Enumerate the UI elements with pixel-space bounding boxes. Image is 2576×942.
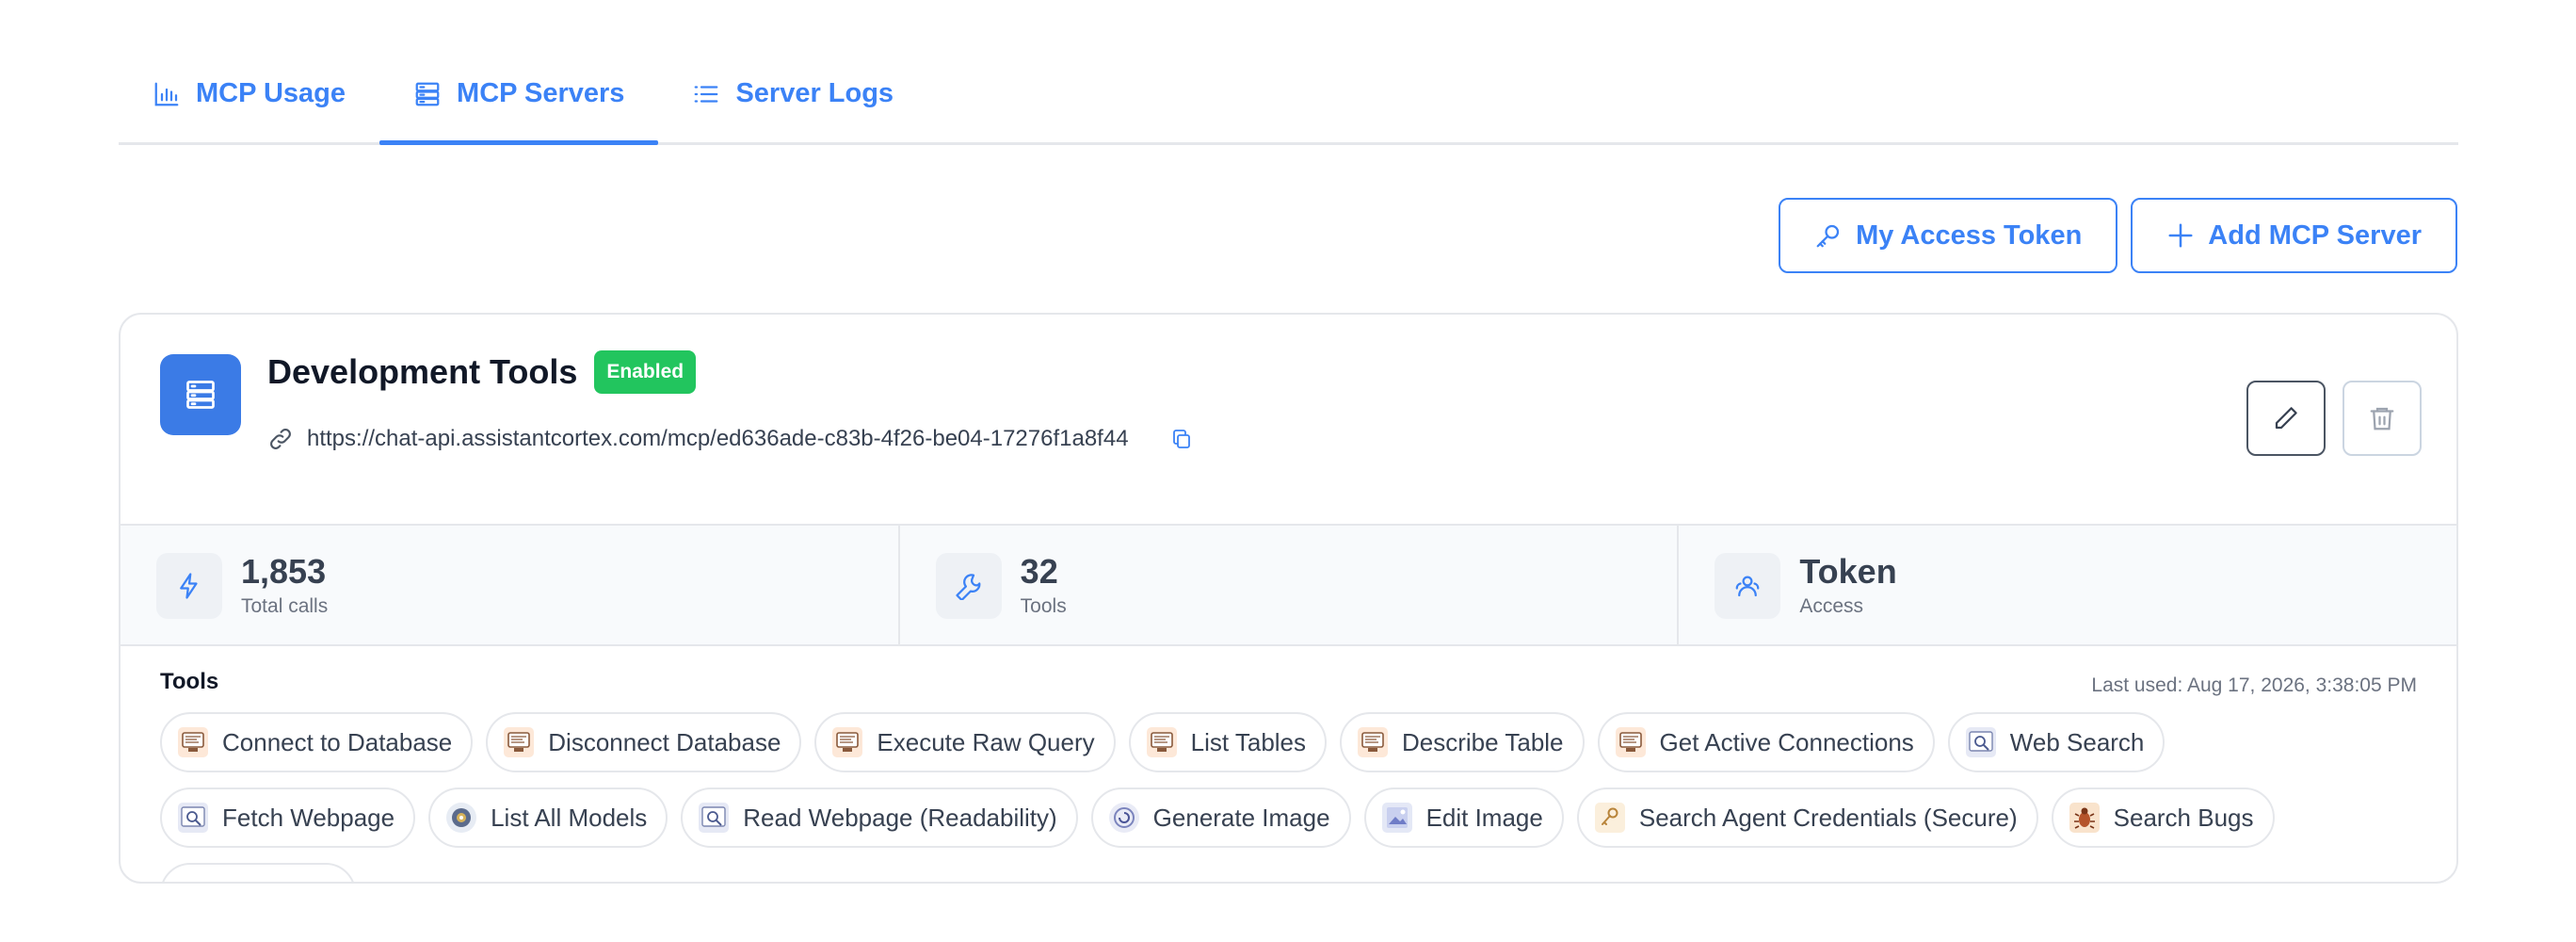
delete-server-button[interactable]: [2343, 381, 2422, 456]
tool-chip-label: Web Search: [2009, 727, 2145, 756]
server-card-header: Development Tools Enabled https://chat-a…: [121, 315, 2456, 524]
tool-chip-label: Describe Table: [1402, 727, 1564, 756]
tab-label: Server Logs: [735, 78, 894, 108]
more-tools-label: +18 more: [227, 879, 335, 883]
database-app-icon: [1613, 724, 1649, 760]
web-search-icon: [1963, 724, 1999, 760]
server-icon: [415, 82, 440, 106]
status-badge: Enabled: [594, 350, 697, 394]
tab-mcp-servers[interactable]: MCP Servers: [379, 45, 659, 145]
tool-chip[interactable]: Read Webpage (Readability): [681, 788, 1078, 848]
stat-label: Tools: [1020, 595, 1067, 617]
database-app-icon: [1144, 724, 1180, 760]
link-icon: [270, 429, 291, 449]
server-title-row: Development Tools Enabled: [267, 350, 697, 394]
tool-chip[interactable]: Search Agent Credentials (Secure): [1576, 788, 2038, 848]
tool-chip[interactable]: Web Search: [1947, 712, 2165, 772]
stat-value: Token: [1799, 552, 1897, 591]
edit-server-button[interactable]: [2246, 381, 2326, 456]
tool-chip-label: Generate Image: [1152, 803, 1330, 832]
stat-label: Access: [1799, 595, 1864, 617]
tool-chip-label: Get Active Connections: [1659, 727, 1914, 756]
stat-tools: 32 Tools: [900, 526, 1680, 644]
tool-chip[interactable]: Execute Raw Query: [814, 712, 1116, 772]
tools-section: Tools Last used: Aug 17, 2026, 3:38:05 P…: [121, 646, 2456, 883]
web-search-icon: [175, 800, 211, 836]
database-app-icon: [501, 724, 537, 760]
stats-row: 1,853 Total calls 32 Tools Token Access: [121, 524, 2456, 646]
generate-image-icon: [1106, 800, 1142, 836]
tool-chip-label: Edit Image: [1425, 803, 1543, 832]
wrench-icon: [956, 574, 981, 600]
tool-chip[interactable]: Search Bugs: [2051, 788, 2275, 848]
tool-chip[interactable]: List Tables: [1128, 712, 1328, 772]
stat-value: 32: [1020, 552, 1058, 591]
tab-label: MCP Usage: [196, 78, 346, 108]
server-icon: [186, 381, 215, 409]
tool-chip-label: List Tables: [1190, 727, 1307, 756]
users-icon: [1735, 576, 1760, 597]
tab-bar: MCP Usage MCP Servers Server Logs: [119, 45, 2458, 145]
database-app-icon: [175, 724, 211, 760]
stat-access: Token Access: [1679, 526, 2456, 644]
tool-chip-label: Search Bugs: [2113, 803, 2254, 832]
tool-chip[interactable]: Connect to Database: [160, 712, 474, 772]
tool-chips: Connect to Database Disconnect Database Ex…: [160, 712, 2420, 883]
server-avatar: [160, 354, 241, 435]
tool-chip-label: Connect to Database: [222, 727, 453, 756]
web-search-icon: [696, 800, 732, 836]
tool-chip-label: List All Models: [491, 803, 648, 832]
database-app-icon: [1355, 724, 1391, 760]
button-label: My Access Token: [1856, 219, 2083, 251]
tool-chip[interactable]: List All Models: [428, 788, 668, 848]
stat-label: Total calls: [241, 595, 329, 617]
stat-total-calls: 1,853 Total calls: [121, 526, 900, 644]
ellipsis-icon: •••: [181, 878, 214, 882]
list-icon: [695, 85, 718, 103]
tool-chip[interactable]: Describe Table: [1340, 712, 1585, 772]
server-url-row: https://chat-api.assistantcortex.com/mcp…: [267, 426, 1193, 452]
plus-icon: [2168, 223, 2193, 248]
tool-chip[interactable]: Edit Image: [1363, 788, 1564, 848]
tools-title: Tools: [160, 669, 219, 694]
models-icon: [443, 800, 479, 836]
server-url: https://chat-api.assistantcortex.com/mcp…: [307, 426, 1129, 451]
my-access-token-button[interactable]: My Access Token: [1779, 198, 2118, 273]
pencil-icon: [2275, 407, 2297, 430]
tool-chip-label: Fetch Webpage: [222, 803, 395, 832]
key-icon: [1592, 800, 1628, 836]
copy-icon[interactable]: [1170, 428, 1193, 450]
tool-chip[interactable]: Generate Image: [1090, 788, 1351, 848]
tool-chip-label: Execute Raw Query: [877, 727, 1095, 756]
toolbar: My Access Token Add MCP Server: [1779, 198, 2457, 273]
tool-chip-label: Disconnect Database: [548, 727, 781, 756]
tool-chip[interactable]: Get Active Connections: [1597, 712, 1935, 772]
stat-value: 1,853: [241, 552, 327, 591]
lightning-icon: [180, 573, 198, 599]
tool-chip[interactable]: Fetch Webpage: [160, 788, 416, 848]
tab-mcp-usage[interactable]: MCP Usage: [119, 45, 379, 142]
bug-icon: [2067, 800, 2102, 836]
add-mcp-server-button[interactable]: Add MCP Server: [2131, 198, 2457, 273]
tool-chip[interactable]: Disconnect Database: [486, 712, 802, 772]
button-label: Add MCP Server: [2208, 219, 2422, 251]
stat-icon-box: [935, 553, 1002, 619]
key-icon: [1816, 224, 1840, 248]
trash-icon: [2370, 407, 2394, 430]
server-name: Development Tools: [267, 352, 578, 391]
last-used-timestamp: Last used: Aug 17, 2026, 3:38:05 PM: [2091, 674, 2417, 696]
stat-icon-box: [1715, 553, 1781, 619]
server-card: Development Tools Enabled https://chat-a…: [119, 313, 2458, 884]
more-tools-button[interactable]: ••• +18 more: [160, 863, 357, 883]
tool-chip-label: Read Webpage (Readability): [743, 803, 1057, 832]
bar-chart-icon: [154, 82, 179, 106]
tab-server-logs[interactable]: Server Logs: [658, 45, 927, 142]
database-app-icon: [829, 724, 865, 760]
edit-image-icon: [1379, 800, 1415, 836]
stat-icon-box: [156, 553, 222, 619]
tab-label: MCP Servers: [457, 78, 625, 108]
tool-chip-label: Search Agent Credentials (Secure): [1638, 803, 2018, 832]
